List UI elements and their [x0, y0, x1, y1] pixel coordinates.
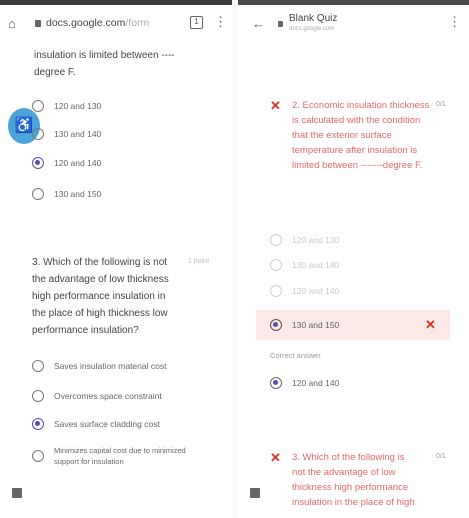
url-path: /form — [125, 17, 150, 29]
lock-icon — [35, 20, 41, 27]
answer-option-label: 120 and 130 — [292, 235, 340, 245]
radio-selected[interactable] — [32, 157, 44, 169]
question-2-text: 2. Economic insulation thickness is calc… — [292, 100, 430, 171]
answer-option: 120 and 130 — [270, 232, 339, 248]
radio-button[interactable] — [32, 390, 44, 402]
status-bar — [238, 0, 469, 5]
feedback-icon[interactable] — [250, 488, 260, 498]
radio-button[interactable] — [32, 450, 44, 462]
answer-option[interactable]: Saves insulation material cost — [32, 358, 166, 374]
correct-answer-label: Correct answer — [270, 351, 321, 360]
answer-option-label: Overcomes space constraint — [54, 391, 162, 401]
correct-answer-option: 120 and 140 — [270, 375, 339, 391]
answer-option-label: 120 and 140 — [292, 286, 340, 296]
incorrect-icon: ✕ — [270, 98, 281, 113]
question-3-text: 3. Which of the following is not the adv… — [32, 257, 169, 336]
question-3-result-text: 3. Which of the following is not the adv… — [292, 452, 415, 508]
lock-icon — [278, 21, 283, 27]
question-3-points: 1 point — [188, 258, 210, 265]
answer-option-label: 120 and 130 — [54, 101, 102, 111]
answer-option[interactable]: Minimizes capital cost due to minimized … — [32, 446, 189, 466]
answer-option-label: 130 and 140 — [54, 129, 102, 139]
answer-option: 130 and 150 — [270, 317, 339, 333]
answer-option[interactable]: 120 and 130 — [32, 98, 101, 114]
url-text[interactable]: docs.google.com/form — [46, 17, 149, 29]
correct-answer-text: 120 and 140 — [292, 378, 340, 388]
answer-option[interactable]: 130 and 150 — [32, 186, 101, 202]
radio-selected[interactable] — [270, 319, 282, 331]
overflow-menu-icon[interactable]: ⋮ — [214, 15, 227, 29]
correct-answer-radio — [270, 377, 282, 389]
answer-option: 120 and 140 — [270, 283, 339, 299]
radio-button[interactable] — [32, 360, 44, 372]
answer-option-label: Saves surface cladding cost — [54, 419, 160, 429]
feedback-icon[interactable] — [12, 488, 22, 498]
radio-button[interactable] — [32, 100, 44, 112]
status-bar — [0, 0, 232, 5]
page-url: docs.google.com — [289, 26, 335, 32]
tabs-icon[interactable]: 1 — [190, 16, 203, 29]
question-3-score: 0/1 — [436, 453, 446, 460]
answer-option[interactable]: 120 and 140 — [32, 155, 101, 171]
form-panel: ⌂ docs.google.com/form 1 ⋮ insulation is… — [0, 0, 232, 518]
radio-selected[interactable] — [32, 418, 44, 430]
answer-option-label: 130 and 140 — [292, 260, 340, 270]
radio-button[interactable] — [270, 259, 282, 271]
screenshot: ⌂ docs.google.com/form 1 ⋮ insulation is… — [0, 0, 469, 518]
answer-option-label: 130 and 150 — [292, 320, 340, 330]
radio-button[interactable] — [270, 234, 282, 246]
back-arrow-icon[interactable]: ← — [252, 16, 265, 31]
page-title: Blank Quiz — [289, 13, 338, 24]
radio-button[interactable] — [32, 188, 44, 200]
overflow-menu-icon[interactable]: ⋮ — [448, 14, 461, 30]
wrong-answer-icon: ✕ — [425, 317, 436, 332]
radio-button[interactable] — [32, 128, 44, 140]
answer-option-label: 120 and 140 — [54, 158, 102, 168]
answer-option-label: Minimizes capital cost due to minimized … — [54, 446, 186, 466]
answer-option[interactable]: Saves surface cladding cost — [32, 416, 160, 432]
incorrect-icon: ✕ — [270, 450, 281, 465]
answer-option[interactable]: 130 and 140 — [32, 126, 101, 142]
url-domain: docs.google.com — [46, 17, 126, 29]
answer-option: 130 and 140 — [270, 257, 339, 273]
home-icon[interactable]: ⌂ — [8, 17, 22, 31]
answer-option[interactable]: Overcomes space constraint — [32, 388, 162, 404]
radio-button[interactable] — [270, 285, 282, 297]
question-2-score: 0/1 — [436, 101, 446, 108]
question-2-tail: insulation is limited between ----degree… — [34, 50, 175, 78]
answer-option-label: Saves insulation material cost — [54, 361, 167, 371]
address-bar[interactable]: ⌂ docs.google.com/form 1 ⋮ — [0, 13, 232, 39]
answer-option-label: 130 and 150 — [54, 189, 102, 199]
